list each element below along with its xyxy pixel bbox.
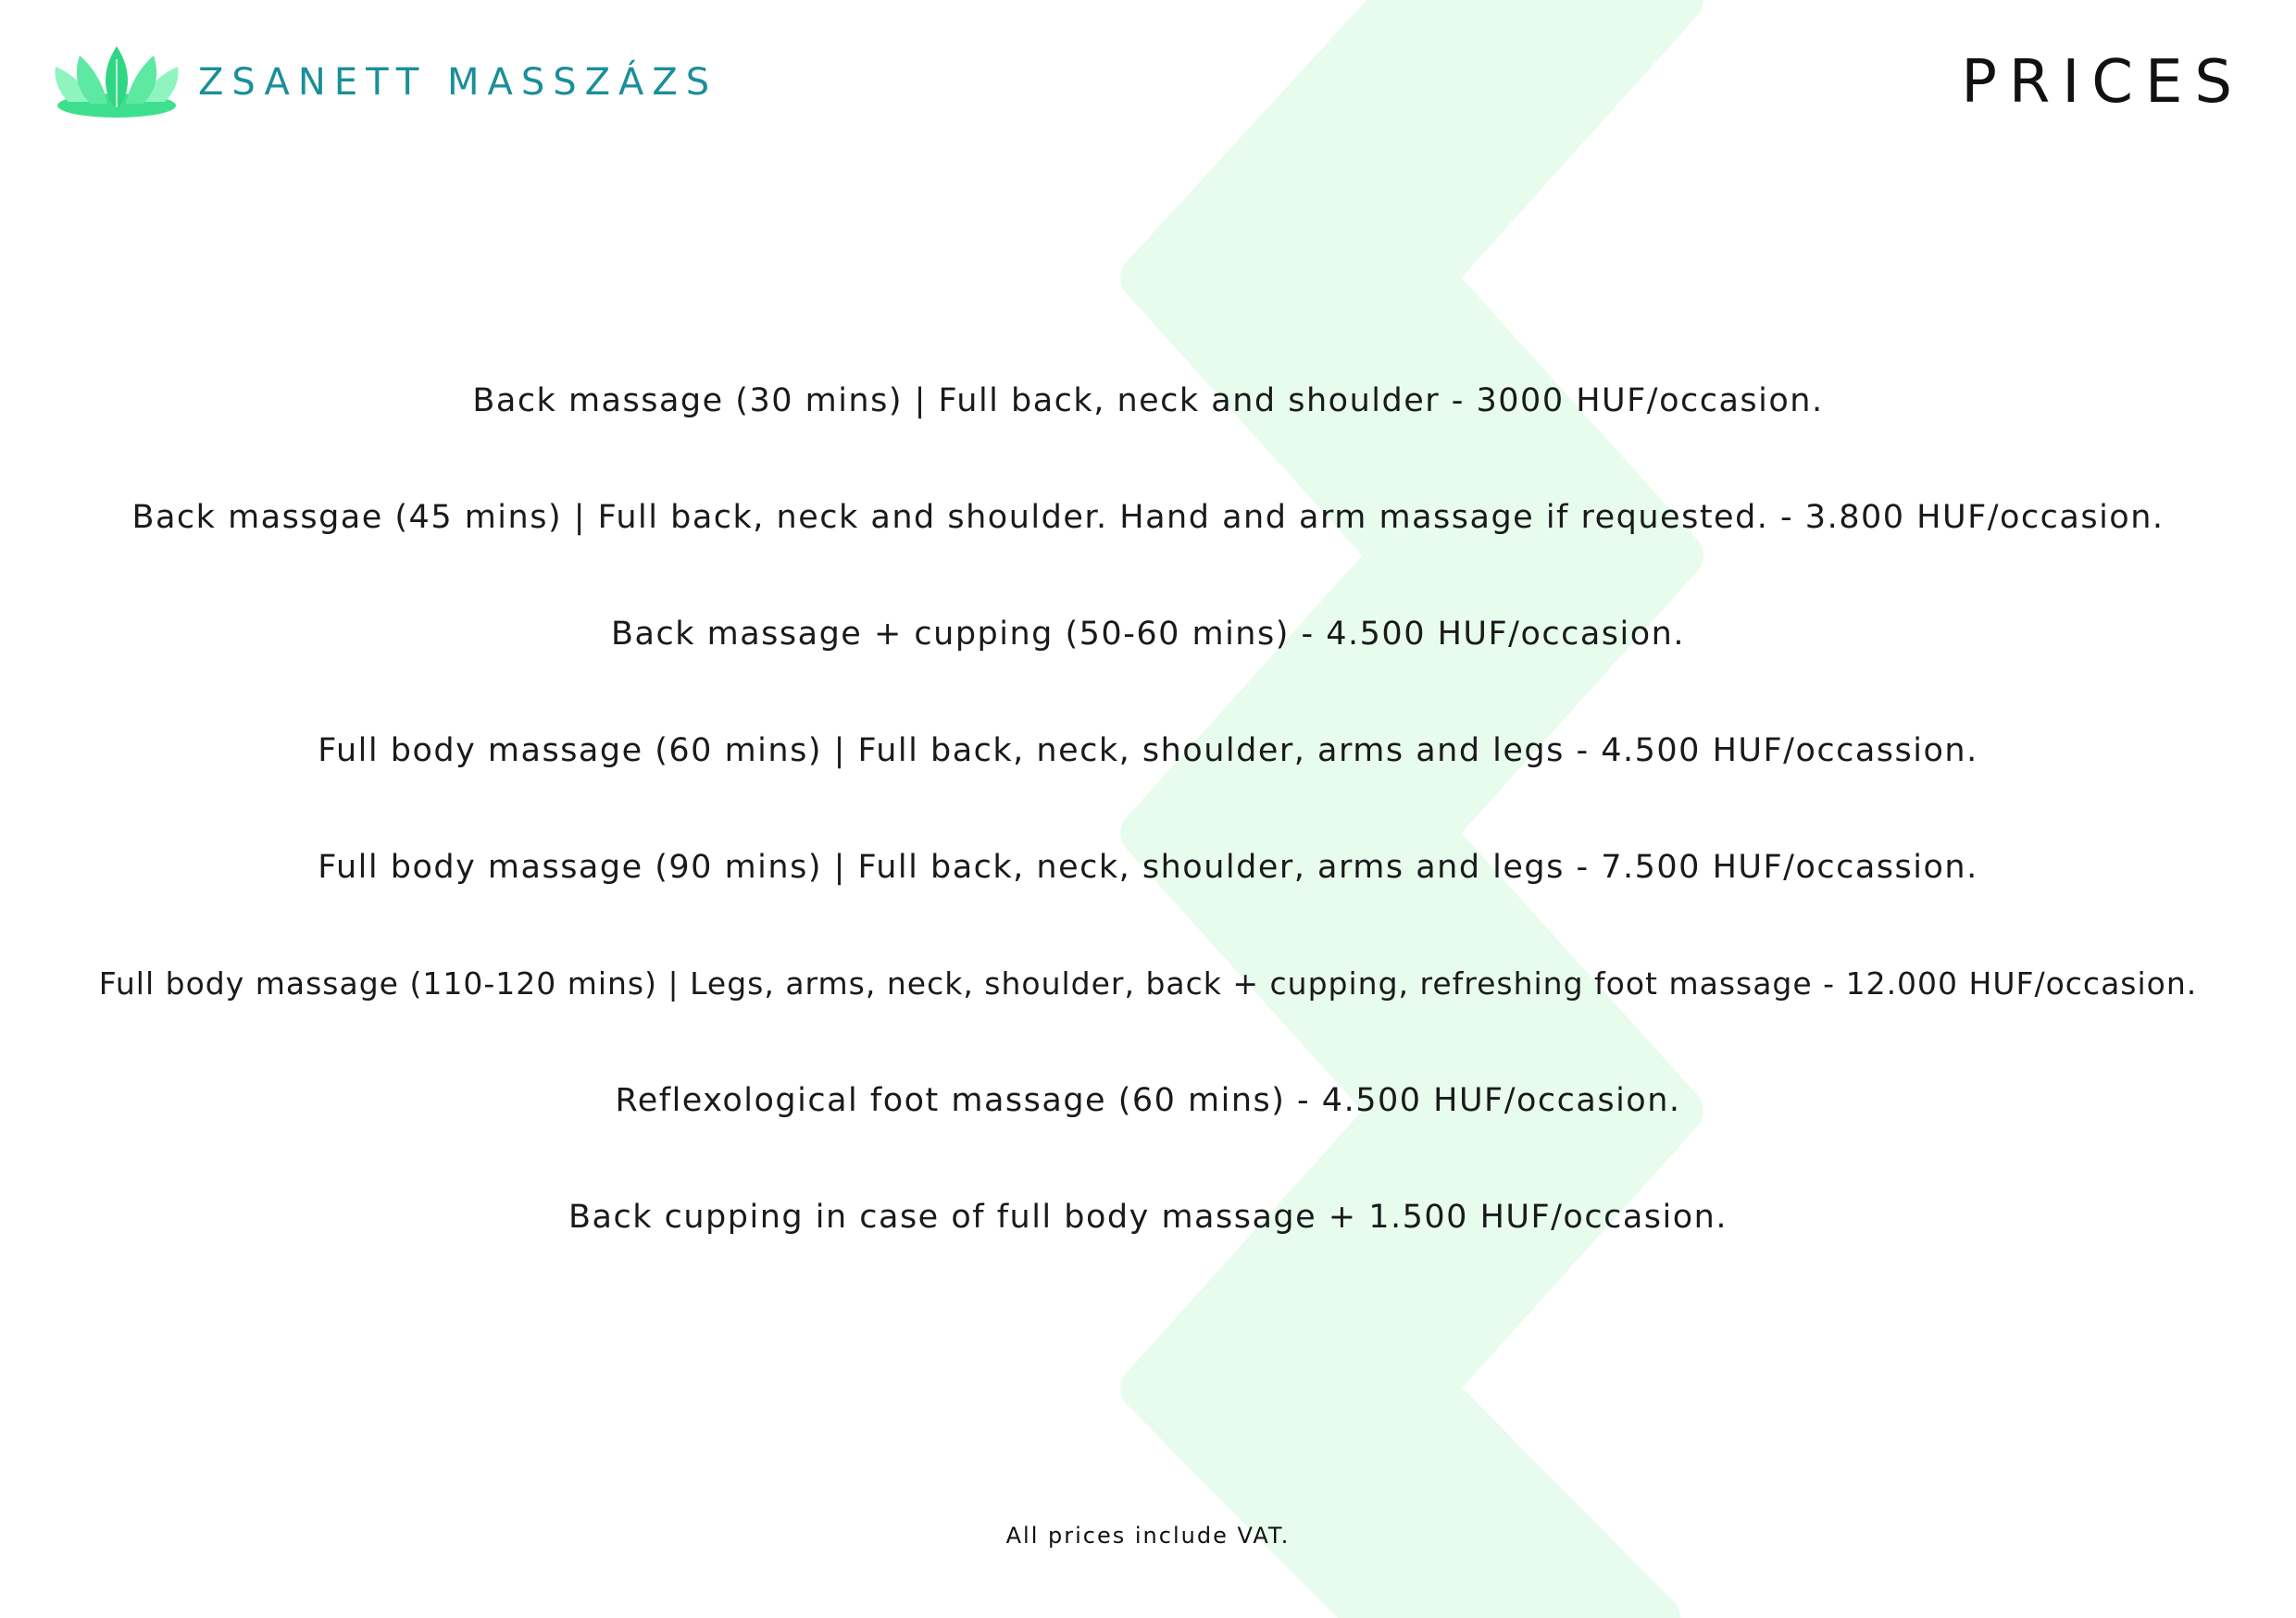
price-list: Back massage (30 mins) | Full back, neck… [0, 370, 2296, 1303]
price-item-back-30: Back massage (30 mins) | Full back, neck… [472, 382, 1824, 419]
price-item-full-body-60: Full body massage (60 mins) | Full back,… [318, 732, 1978, 769]
lotus-icon [55, 46, 179, 118]
price-item-back-cupping-addon: Back cupping in case of full body massag… [568, 1199, 1728, 1236]
price-item-full-body-120: Full body massage (110-120 mins) | Legs,… [98, 965, 2198, 1002]
brand-name: ZSANETT MASSZÁZS [198, 61, 718, 104]
price-item-back-45: Back massgae (45 mins) | Full back, neck… [131, 499, 2165, 536]
brand: ZSANETT MASSZÁZS [52, 43, 718, 122]
page-title: PRICES [1961, 48, 2244, 117]
price-item-back-cupping: Back massage + cupping (50-60 mins) - 4.… [611, 616, 1685, 653]
vat-note: All prices include VAT. [1005, 1523, 1291, 1549]
price-item-reflexology: Reflexological foot massage (60 mins) - … [615, 1082, 1681, 1119]
price-item-full-body-90: Full body massage (90 mins) | Full back,… [318, 849, 1978, 886]
